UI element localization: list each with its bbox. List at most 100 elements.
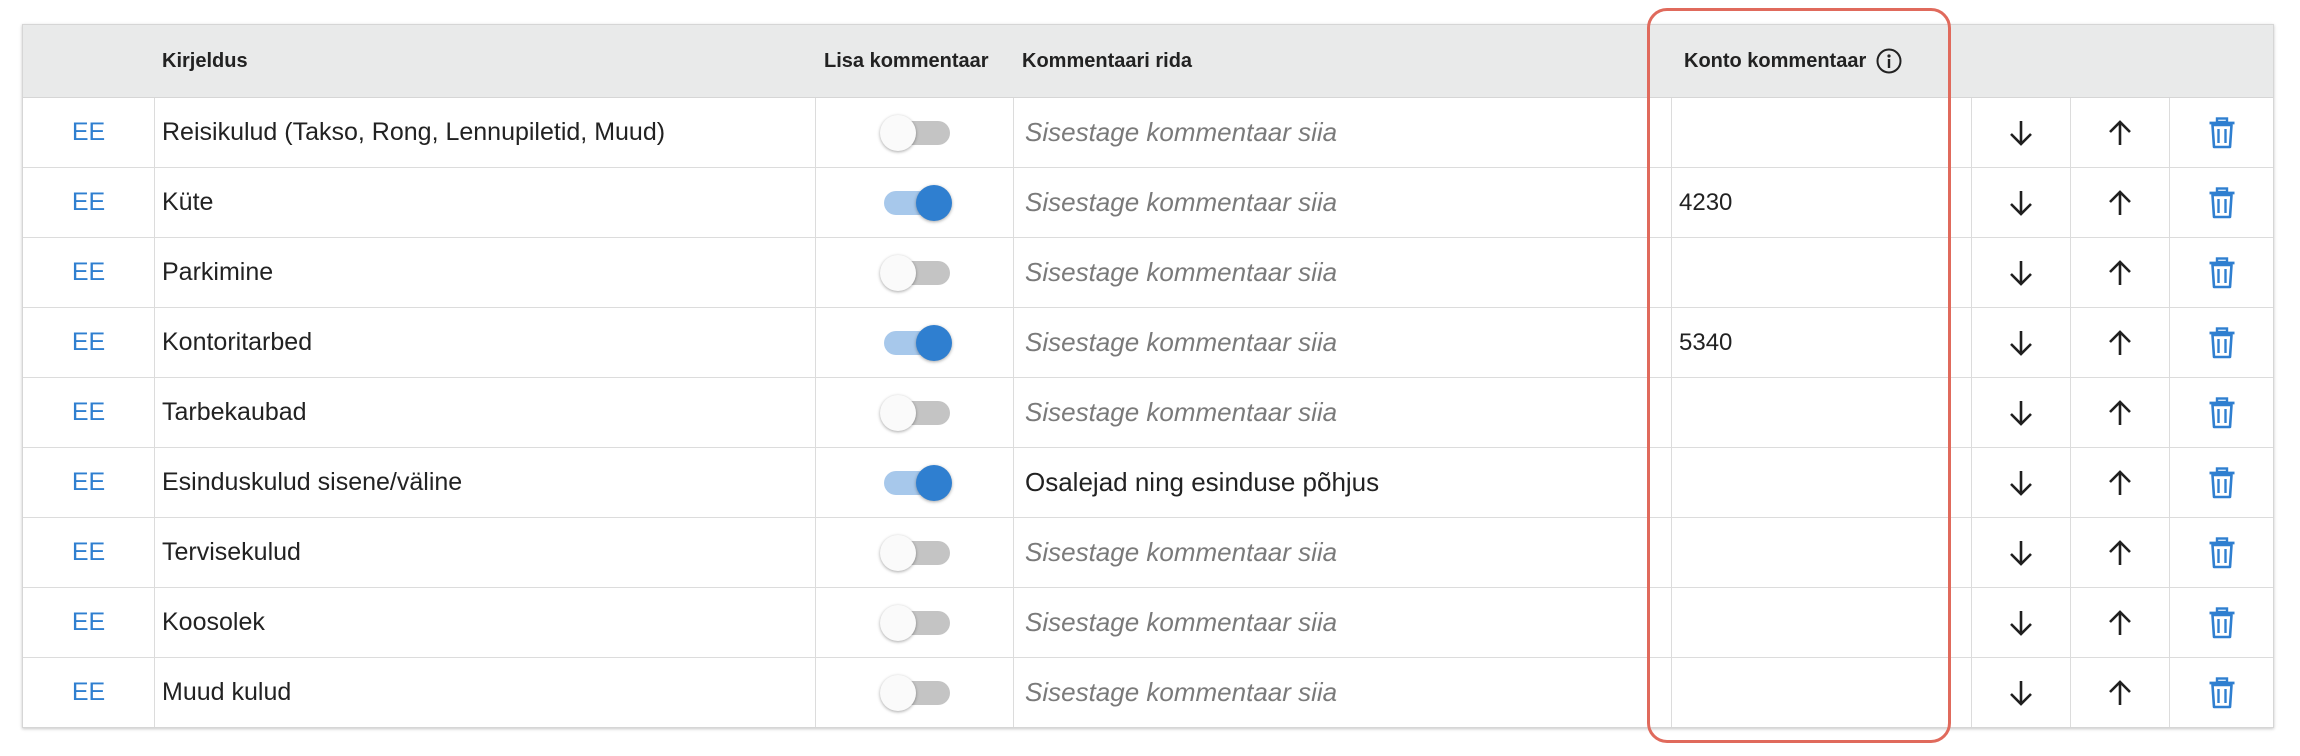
comment-input[interactable] bbox=[1025, 397, 1671, 428]
comment-input[interactable] bbox=[1025, 607, 1671, 638]
delete-button[interactable] bbox=[2205, 536, 2239, 570]
move-down-button[interactable] bbox=[2004, 536, 2038, 570]
toggle-cell bbox=[816, 518, 1014, 587]
account-cell[interactable]: 4230 bbox=[1672, 168, 1972, 237]
comment-input[interactable] bbox=[1025, 327, 1671, 358]
add-comment-toggle[interactable] bbox=[879, 674, 950, 711]
move-up-cell bbox=[2071, 238, 2170, 307]
add-comment-toggle[interactable] bbox=[880, 464, 952, 501]
arrow-up-icon bbox=[2109, 119, 2131, 145]
add-comment-toggle[interactable] bbox=[879, 534, 950, 571]
trash-icon bbox=[2209, 186, 2234, 218]
delete-button[interactable] bbox=[2205, 326, 2239, 360]
arrow-down-icon bbox=[2010, 540, 2032, 566]
account-cell[interactable] bbox=[1672, 238, 1972, 307]
arrow-down-icon bbox=[2010, 190, 2032, 216]
move-up-cell bbox=[2071, 588, 2170, 657]
move-up-button[interactable] bbox=[2103, 396, 2137, 430]
description-cell: Reisikulud (Takso, Rong, Lennupiletid, M… bbox=[155, 98, 816, 167]
comment-input[interactable] bbox=[1025, 677, 1671, 708]
move-up-cell bbox=[2071, 448, 2170, 517]
move-down-button[interactable] bbox=[2004, 256, 2038, 290]
delete-button[interactable] bbox=[2205, 606, 2239, 640]
toggle-cell bbox=[816, 168, 1014, 237]
delete-button[interactable] bbox=[2205, 256, 2239, 290]
add-comment-toggle[interactable] bbox=[880, 184, 952, 221]
delete-button[interactable] bbox=[2205, 466, 2239, 500]
move-up-button[interactable] bbox=[2103, 676, 2137, 710]
account-cell[interactable] bbox=[1672, 658, 1972, 727]
move-down-button[interactable] bbox=[2004, 676, 2038, 710]
description-text: Tervisekulud bbox=[162, 538, 301, 566]
toggle-knob bbox=[915, 184, 952, 221]
comment-input[interactable] bbox=[1025, 467, 1671, 498]
trash-icon bbox=[2209, 536, 2234, 568]
trash-icon bbox=[2209, 256, 2234, 288]
delete-button[interactable] bbox=[2205, 676, 2239, 710]
arrow-up-icon bbox=[2109, 469, 2131, 495]
language-link[interactable]: EE bbox=[72, 608, 105, 637]
toggle-cell bbox=[816, 238, 1014, 307]
trash-icon bbox=[2209, 606, 2234, 638]
language-link[interactable]: EE bbox=[72, 118, 105, 147]
move-down-button[interactable] bbox=[2004, 326, 2038, 360]
language-link[interactable]: EE bbox=[72, 328, 105, 357]
comment-input[interactable] bbox=[1025, 117, 1671, 148]
add-comment-toggle[interactable] bbox=[879, 254, 950, 291]
language-link[interactable]: EE bbox=[72, 468, 105, 497]
account-cell[interactable] bbox=[1672, 518, 1972, 587]
trash-icon bbox=[2209, 326, 2234, 358]
account-cell[interactable] bbox=[1672, 98, 1972, 167]
move-down-button[interactable] bbox=[2004, 466, 2038, 500]
header-konto-kommentaar: Konto kommentaar bbox=[1684, 25, 1902, 97]
language-link[interactable]: EE bbox=[72, 398, 105, 427]
move-up-button[interactable] bbox=[2103, 606, 2137, 640]
account-cell[interactable] bbox=[1672, 588, 1972, 657]
move-up-button[interactable] bbox=[2103, 116, 2137, 150]
language-link[interactable]: EE bbox=[72, 258, 105, 287]
toggle-knob bbox=[879, 534, 916, 571]
trash-icon bbox=[2209, 676, 2234, 708]
arrow-up-icon bbox=[2109, 539, 2131, 565]
language-link[interactable]: EE bbox=[72, 678, 105, 707]
move-up-button[interactable] bbox=[2103, 536, 2137, 570]
delete-button[interactable] bbox=[2205, 396, 2239, 430]
add-comment-toggle[interactable] bbox=[879, 604, 950, 641]
comment-input[interactable] bbox=[1025, 537, 1671, 568]
description-text: Tarbekaubad bbox=[162, 398, 307, 426]
comment-input[interactable] bbox=[1025, 187, 1671, 218]
move-up-button[interactable] bbox=[2103, 326, 2137, 360]
move-up-button[interactable] bbox=[2103, 186, 2137, 220]
info-icon[interactable] bbox=[1876, 48, 1902, 74]
comment-cell bbox=[1014, 168, 1672, 237]
arrow-up-icon bbox=[2109, 189, 2131, 215]
move-down-button[interactable] bbox=[2004, 116, 2038, 150]
description-cell: Tarbekaubad bbox=[155, 378, 816, 447]
move-up-button[interactable] bbox=[2103, 256, 2137, 290]
language-link[interactable]: EE bbox=[72, 538, 105, 567]
arrow-up-icon bbox=[2109, 259, 2131, 285]
delete-cell bbox=[2170, 588, 2273, 657]
delete-button[interactable] bbox=[2205, 186, 2239, 220]
language-link[interactable]: EE bbox=[72, 188, 105, 217]
lang-cell: EE bbox=[23, 518, 155, 587]
move-down-button[interactable] bbox=[2004, 606, 2038, 640]
description-cell: Tervisekulud bbox=[155, 518, 816, 587]
account-cell[interactable] bbox=[1672, 378, 1972, 447]
header-kommentaari-rida: Kommentaari rida bbox=[1022, 49, 1193, 72]
toggle-cell bbox=[816, 378, 1014, 447]
add-comment-toggle[interactable] bbox=[880, 324, 952, 361]
delete-button[interactable] bbox=[2205, 116, 2239, 150]
add-comment-toggle[interactable] bbox=[879, 394, 950, 431]
move-down-button[interactable] bbox=[2004, 186, 2038, 220]
comment-input[interactable] bbox=[1025, 257, 1671, 288]
arrow-down-icon bbox=[2010, 330, 2032, 356]
add-comment-toggle[interactable] bbox=[879, 114, 950, 151]
account-cell[interactable]: 5340 bbox=[1672, 308, 1972, 377]
move-down-button[interactable] bbox=[2004, 396, 2038, 430]
move-up-cell bbox=[2071, 518, 2170, 587]
header-kirjeldus: Kirjeldus bbox=[162, 49, 248, 72]
move-up-button[interactable] bbox=[2103, 466, 2137, 500]
account-cell[interactable] bbox=[1672, 448, 1972, 517]
table-row: EE Koosolek bbox=[23, 588, 2273, 658]
